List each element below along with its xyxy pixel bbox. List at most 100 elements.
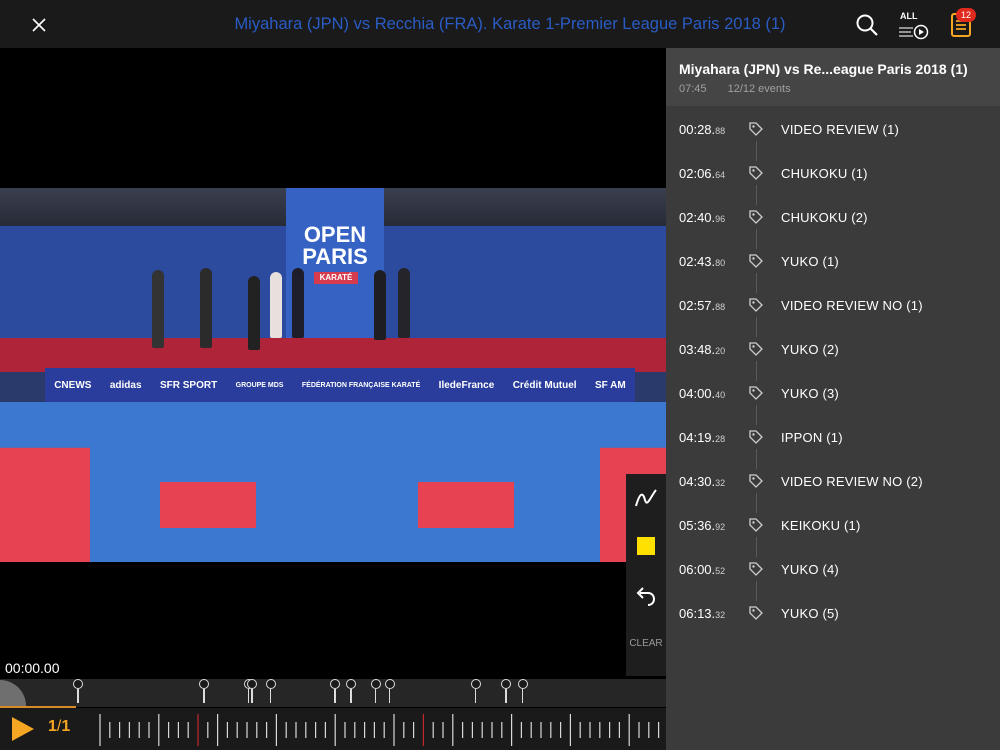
ad-text: CNEWS: [54, 379, 92, 391]
timeline-marker[interactable]: [370, 679, 381, 705]
tag-icon: [744, 513, 768, 537]
event-time: 04:19.28: [679, 430, 726, 445]
event-time: 05:36.92: [679, 518, 726, 533]
event-label: YUKO (1): [781, 254, 839, 269]
search-button[interactable]: [850, 8, 884, 42]
panel-title: Miyahara (JPN) vs Re...eague Paris 2018 …: [679, 61, 968, 77]
red-floor: [0, 338, 666, 372]
ad-boards: CNEWS adidas SFR SPORT GROUPE MDS FÉDÉRA…: [45, 368, 635, 402]
tag-icon: [744, 469, 768, 493]
event-label: YUKO (4): [781, 562, 839, 577]
timeline-marker[interactable]: [346, 679, 357, 705]
event-label: CHUKOKU (1): [781, 166, 868, 181]
video-frame[interactable]: OPEN PARIS KARATÉ CNEWS adidas SFR SPORT …: [0, 188, 666, 562]
timeline-marker[interactable]: [501, 679, 512, 705]
tag-icon: [744, 205, 768, 229]
play-icon: [12, 717, 34, 741]
event-label: IPPON (1): [781, 430, 843, 445]
yellow-swatch: [637, 537, 655, 555]
drawing-toolbar: CLEAR: [626, 474, 666, 676]
event-label: YUKO (3): [781, 386, 839, 401]
ad-text: SF AM: [595, 379, 626, 391]
freehand-icon: [635, 489, 657, 507]
play-button[interactable]: [8, 714, 38, 744]
event-row[interactable]: 04:30.32 VIDEO REVIEW NO (2): [666, 460, 1000, 504]
event-time: 03:48.20: [679, 342, 726, 357]
freehand-tool[interactable]: [626, 478, 666, 518]
tag-icon: [744, 249, 768, 273]
tag-icon: [744, 337, 768, 361]
person: [152, 270, 164, 348]
ad-text: GROUPE MDS: [235, 381, 284, 389]
event-row[interactable]: 02:57.88 VIDEO REVIEW NO (1): [666, 284, 1000, 328]
banner-sub: KARATÉ: [314, 272, 358, 284]
event-row[interactable]: 02:06.64 CHUKOKU (1): [666, 152, 1000, 196]
event-row[interactable]: 06:13.32 YUKO (5): [666, 592, 1000, 636]
event-row[interactable]: 00:28.88 VIDEO REVIEW (1): [666, 108, 1000, 152]
person: [270, 272, 282, 338]
mat-red-pad: [418, 482, 514, 528]
event-row[interactable]: 02:43.80 YUKO (1): [666, 240, 1000, 284]
duration: 07:45: [679, 83, 707, 95]
event-time: 02:06.64: [679, 166, 726, 181]
play-all-button[interactable]: ALL: [896, 8, 934, 42]
timeline-marker[interactable]: [73, 679, 84, 705]
speed-denominator: 1: [61, 718, 71, 735]
event-time: 06:13.32: [679, 606, 726, 621]
person: [292, 268, 304, 338]
play-all-icon: [899, 24, 929, 40]
frame-ticks[interactable]: [96, 712, 666, 748]
event-row[interactable]: 03:48.20 YUKO (2): [666, 328, 1000, 372]
event-label: YUKO (5): [781, 606, 839, 621]
events-panel: Miyahara (JPN) vs Re...eague Paris 2018 …: [666, 48, 1000, 750]
notification-badge: 12: [956, 8, 976, 22]
events-count: 12/12 events: [727, 83, 791, 95]
close-button[interactable]: [22, 8, 56, 42]
timeline-marker[interactable]: [199, 679, 210, 705]
timeline-marker[interactable]: [247, 679, 258, 705]
event-time: 02:40.96: [679, 210, 726, 225]
banner-text: OPEN PARIS: [302, 222, 368, 269]
playback-speed[interactable]: 1/1: [48, 718, 70, 736]
tag-icon: [744, 381, 768, 405]
person: [374, 270, 386, 340]
event-row[interactable]: 06:00.52 YUKO (4): [666, 548, 1000, 592]
event-row[interactable]: 05:36.92 KEIKOKU (1): [666, 504, 1000, 548]
tag-icon: [744, 117, 768, 141]
video-title: Miyahara (JPN) vs Recchia (FRA). Karate …: [234, 15, 786, 33]
event-row[interactable]: 02:40.96 CHUKOKU (2): [666, 196, 1000, 240]
event-label: CHUKOKU (2): [781, 210, 868, 225]
ad-text: IledeFrance: [438, 379, 495, 391]
event-label: YUKO (2): [781, 342, 839, 357]
event-row[interactable]: 04:00.40 YUKO (3): [666, 372, 1000, 416]
tag-icon: [744, 161, 768, 185]
panel-meta: 07:45 12/12 events: [679, 83, 809, 95]
tag-icon: [744, 601, 768, 625]
search-icon: [856, 14, 878, 36]
timeline-marker[interactable]: [384, 679, 395, 705]
event-label: VIDEO REVIEW NO (2): [781, 474, 923, 489]
timeline-marker[interactable]: [470, 679, 481, 705]
undo-button[interactable]: [626, 576, 666, 616]
timeline-marker[interactable]: [265, 679, 276, 705]
event-time: 00:28.88: [679, 122, 726, 137]
timeline-marker[interactable]: [330, 679, 341, 705]
speed-numerator: 1: [48, 718, 57, 735]
event-time: 02:57.88: [679, 298, 726, 313]
tag-icon: [744, 293, 768, 317]
tag-icon: [744, 425, 768, 449]
ad-text: FÉDÉRATION FRANÇAISE KARATÉ: [301, 381, 421, 389]
event-row[interactable]: 04:19.28 IPPON (1): [666, 416, 1000, 460]
undo-icon: [636, 587, 656, 606]
tag-icon: [744, 557, 768, 581]
clear-button[interactable]: CLEAR: [626, 638, 666, 649]
person: [398, 268, 410, 338]
timeline-marker[interactable]: [517, 679, 528, 705]
event-time: 02:43.80: [679, 254, 726, 269]
close-icon: [32, 18, 46, 32]
color-picker[interactable]: [626, 526, 666, 566]
event-label: VIDEO REVIEW NO (1): [781, 298, 923, 313]
event-time: 06:00.52: [679, 562, 726, 577]
ad-text: SFR SPORT: [159, 379, 218, 391]
person: [200, 268, 212, 348]
